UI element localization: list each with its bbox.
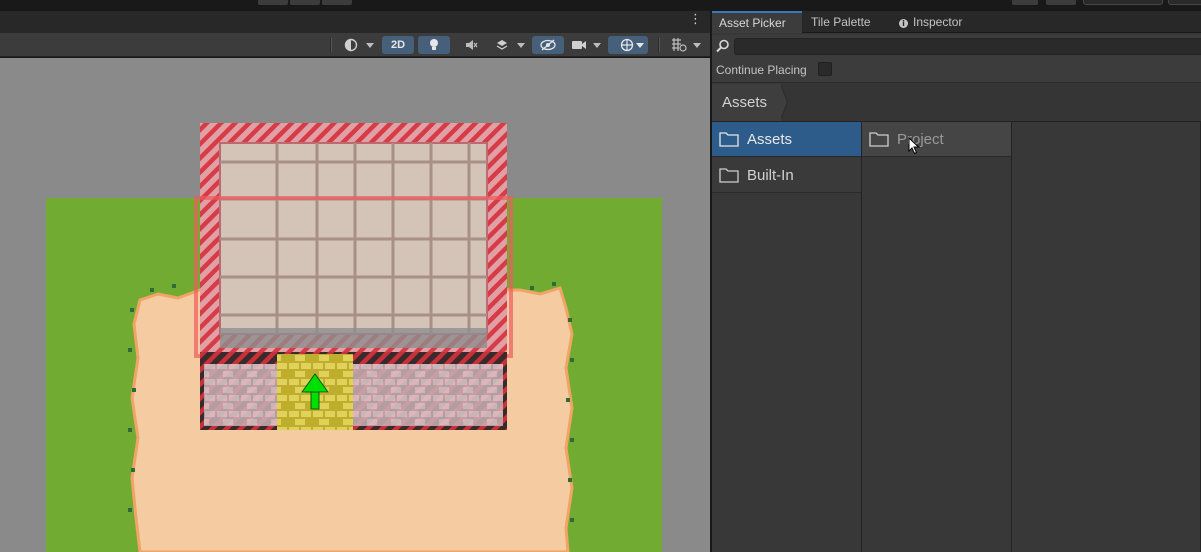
- tab-asset-picker[interactable]: Asset Picker: [712, 11, 802, 33]
- effects-icon[interactable]: [490, 36, 514, 54]
- scene-viewport[interactable]: [0, 58, 710, 552]
- search-input[interactable]: [734, 38, 1201, 55]
- tab-inspector[interactable]: i Inspector: [892, 11, 982, 33]
- folder-label: Assets: [747, 131, 793, 148]
- info-icon: i: [899, 19, 908, 28]
- scene-view: ⋮ 2D: [0, 11, 710, 552]
- wall-bricks: [204, 364, 503, 426]
- hidden-objects-icon[interactable]: [532, 36, 564, 54]
- breadcrumb-separator-icon: [780, 84, 787, 120]
- 2d-label: 2D: [390, 39, 406, 51]
- mouse-cursor-icon: [908, 137, 920, 155]
- tab-tile-palette-label: Tile Palette: [811, 15, 871, 29]
- search-icon: [716, 39, 729, 53]
- history-icon[interactable]: [1012, 0, 1038, 5]
- pause-button[interactable]: [290, 0, 320, 5]
- audio-mute-icon[interactable]: [458, 36, 484, 54]
- folder-item-built-in[interactable]: Built-In: [712, 158, 861, 193]
- continue-placing-checkbox[interactable]: [818, 62, 832, 76]
- folder-label: Built-In: [747, 167, 794, 184]
- asset-picker-panel: Asset Picker Tile Palette i Inspector Con…: [712, 11, 1201, 552]
- tab-tile-palette[interactable]: Tile Palette: [804, 11, 890, 33]
- tab-asset-picker-label: Asset Picker: [719, 16, 786, 30]
- continue-placing-row: Continue Placing: [712, 57, 1201, 83]
- camera-icon[interactable]: [568, 36, 590, 54]
- folder-column-assets: Project: [862, 122, 1012, 552]
- folder-icon: [719, 132, 739, 147]
- folder-label: Project: [897, 131, 944, 148]
- scene-tab-bar: ⋮: [0, 11, 710, 33]
- step-button[interactable]: [322, 0, 352, 5]
- grid-snap-icon[interactable]: [668, 36, 690, 54]
- folder-item-assets[interactable]: Assets: [712, 122, 861, 157]
- more-options-icon[interactable]: ⋮: [689, 13, 702, 27]
- continue-placing-label: Continue Placing: [716, 63, 807, 77]
- top-toolbar: [0, 0, 1201, 5]
- folder-icon: [869, 132, 889, 147]
- breadcrumb-assets[interactable]: Assets: [712, 84, 782, 121]
- breadcrumb: Assets: [712, 84, 1201, 122]
- search-icon-top[interactable]: [1046, 0, 1076, 5]
- layout-dropdown[interactable]: [1168, 0, 1201, 5]
- play-button[interactable]: [258, 0, 288, 5]
- layers-dropdown[interactable]: [1083, 0, 1163, 5]
- search-row: [712, 35, 1201, 57]
- shading-mode-icon[interactable]: [340, 36, 362, 54]
- folder-item-project[interactable]: Project: [862, 122, 1011, 157]
- lighting-icon[interactable]: [418, 36, 450, 54]
- tilemap-canvas: [46, 123, 662, 552]
- folder-column-empty: [1012, 122, 1201, 552]
- 2d-toggle-button[interactable]: 2D: [382, 36, 414, 54]
- scene-toolbar: 2D: [0, 33, 710, 57]
- panel-tab-bar: Asset Picker Tile Palette i Inspector: [712, 11, 1201, 33]
- folder-column-root: Assets Built-In: [712, 122, 862, 552]
- folder-icon: [719, 168, 739, 183]
- tab-inspector-label: Inspector: [913, 15, 963, 29]
